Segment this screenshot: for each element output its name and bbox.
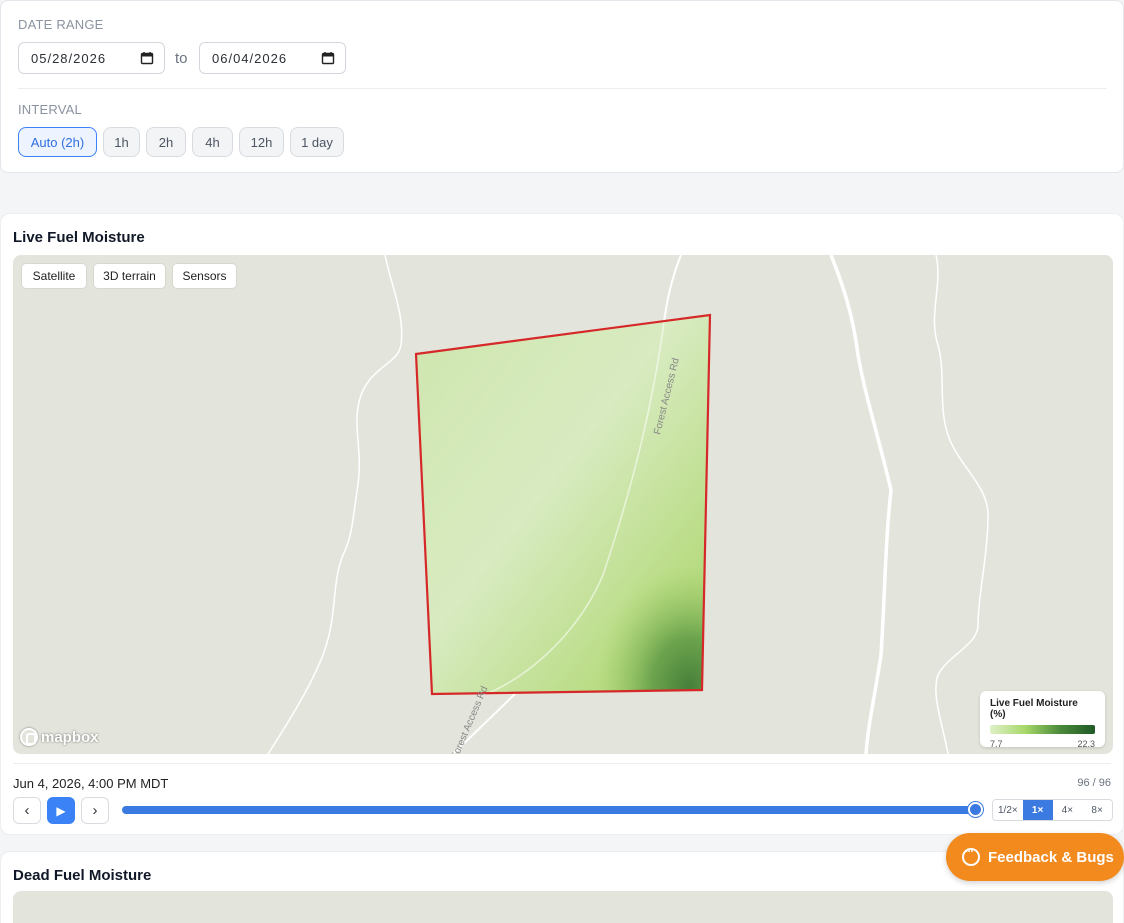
feedback-label: Feedback & Bugs xyxy=(988,848,1114,866)
map-view[interactable] xyxy=(13,891,1113,923)
start-date-input[interactable]: 05/28/2026 xyxy=(18,42,165,74)
interval-chip-4h[interactable]: 4h xyxy=(192,127,233,157)
feedback-button[interactable]: Feedback & Bugs xyxy=(946,833,1124,881)
map-legend: Live Fuel Moisture (%) 7.7 22.3 xyxy=(980,691,1105,749)
legend-max: 22.3 xyxy=(1077,739,1095,749)
previous-frame-button[interactable]: ‹ xyxy=(13,797,41,824)
3d-terrain-toggle-button[interactable]: 3D terrain xyxy=(94,264,165,288)
start-date-value: 05/28/2026 xyxy=(31,50,107,66)
calendar-icon[interactable] xyxy=(321,51,335,65)
end-date-value: 06/04/2026 xyxy=(212,50,288,66)
map-view[interactable]: Forest Access Rd Forest Access Rd Satell… xyxy=(13,255,1113,754)
legend-title: Live Fuel Moisture (%) xyxy=(990,698,1078,720)
timeline-slider-thumb[interactable] xyxy=(968,802,983,817)
frame-counter: 96 / 96 xyxy=(1077,777,1111,789)
speed-option-4x[interactable]: 4× xyxy=(1053,800,1083,820)
filters-divider xyxy=(18,88,1107,89)
play-button[interactable]: ▶ xyxy=(47,797,75,824)
speed-option-half[interactable]: 1/2× xyxy=(993,800,1023,820)
terrain-line xyxy=(933,255,989,754)
interval-label: INTERVAL xyxy=(18,102,82,117)
interval-chip-1day[interactable]: 1 day xyxy=(290,127,344,157)
speed-option-8x[interactable]: 8× xyxy=(1082,800,1112,820)
mapbox-logo-icon xyxy=(20,728,38,746)
chevron-left-icon: ‹ xyxy=(24,802,30,819)
interval-chip-12h[interactable]: 12h xyxy=(239,127,284,157)
card-title: Live Fuel Moisture xyxy=(13,229,145,246)
current-timestamp: Jun 4, 2026, 4:00 PM MDT xyxy=(13,776,169,791)
interval-chip-auto[interactable]: Auto (2h) xyxy=(18,127,97,157)
chevron-right-icon: › xyxy=(92,802,98,819)
live-fuel-moisture-card: Live Fuel Moisture Forest Access Rd Fore… xyxy=(0,213,1124,835)
speed-option-1x[interactable]: 1× xyxy=(1022,800,1053,820)
chat-icon xyxy=(962,846,980,866)
date-range-label: DATE RANGE xyxy=(18,17,104,32)
legend-min: 7.7 xyxy=(990,739,1003,749)
play-icon: ▶ xyxy=(56,803,66,818)
sensors-toggle-button[interactable]: Sensors xyxy=(173,264,236,288)
map-canvas: Forest Access Rd Forest Access Rd xyxy=(267,255,989,754)
timeline-slider-track[interactable] xyxy=(122,806,977,814)
end-date-input[interactable]: 06/04/2026 xyxy=(199,42,346,74)
highway-line xyxy=(829,255,893,754)
legend-color-bar xyxy=(990,725,1095,734)
filters-panel: DATE RANGE 05/28/2026 to 06/04/2026 INTE… xyxy=(0,0,1124,173)
card-title: Dead Fuel Moisture xyxy=(13,867,152,884)
satellite-toggle-button[interactable]: Satellite xyxy=(22,264,86,288)
calendar-icon[interactable] xyxy=(140,51,154,65)
mapbox-text: mapbox xyxy=(41,728,99,746)
interval-chip-2h[interactable]: 2h xyxy=(146,127,186,157)
mapbox-attribution[interactable]: mapbox xyxy=(20,728,99,746)
terrain-line xyxy=(267,255,403,754)
interval-chip-1h[interactable]: 1h xyxy=(103,127,140,157)
timeline-controls: Jun 4, 2026, 4:00 PM MDT 96 / 96 ‹ ▶ › 1… xyxy=(13,763,1113,824)
speed-selector: 1/2× 1× 4× 8× xyxy=(992,799,1113,821)
next-frame-button[interactable]: › xyxy=(81,797,109,824)
road-label: Forest Access Rd xyxy=(450,685,491,754)
to-label: to xyxy=(175,50,188,67)
